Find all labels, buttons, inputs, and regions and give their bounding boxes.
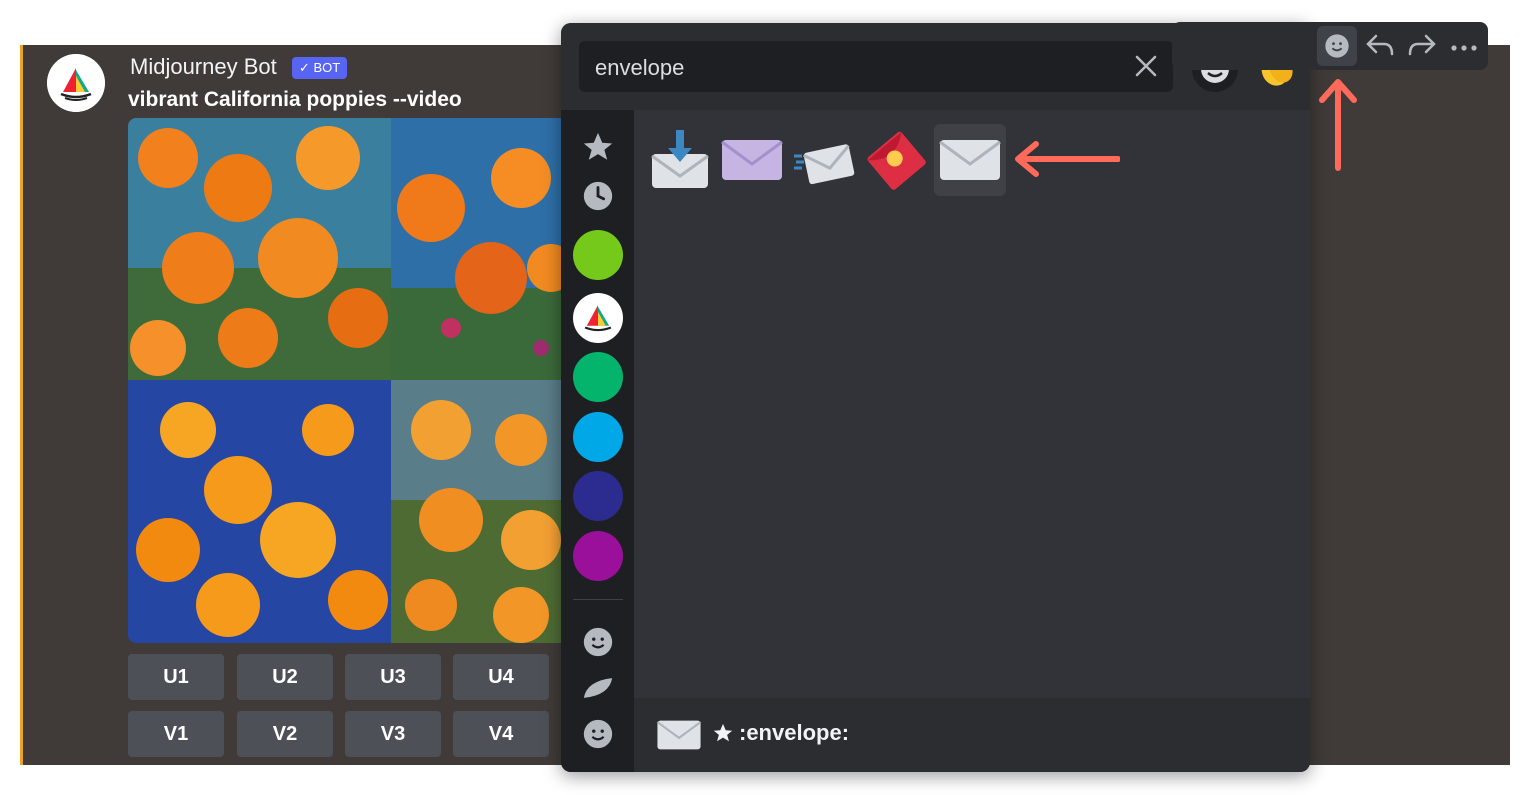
image-3[interactable]	[128, 380, 391, 643]
image-1[interactable]	[128, 118, 391, 380]
v2-button[interactable]: V2	[237, 711, 333, 757]
server-emoji-teal[interactable]	[573, 352, 623, 402]
flying-envelope-icon[interactable]	[792, 128, 856, 192]
emoji-preview-name: :envelope:	[739, 720, 850, 745]
favorites-star-icon[interactable]	[581, 130, 615, 164]
emoji-search-input[interactable]	[593, 41, 1117, 94]
bot-badge-label: BOT	[313, 60, 341, 75]
u3-button[interactable]: U3	[345, 654, 441, 700]
bot-badge: ✓ BOT	[292, 57, 348, 79]
emoji-search-box[interactable]	[579, 41, 1173, 94]
annotation-arrow-left	[1015, 141, 1120, 177]
more-options-icon[interactable]	[1444, 26, 1484, 66]
envelope-preview-icon	[656, 720, 702, 750]
forward-icon[interactable]	[1402, 26, 1442, 66]
emoji-results	[634, 110, 1310, 698]
envelope-purple-icon[interactable]	[720, 128, 784, 192]
emoji-picker: :envelope:	[561, 23, 1310, 772]
envelope-emoji-selected[interactable]	[934, 124, 1006, 196]
envelope-icon	[939, 140, 1001, 180]
emoji-category-sidebar	[561, 110, 634, 772]
message-actions-toolbar	[1172, 22, 1488, 70]
bot-avatar[interactable]	[47, 54, 105, 112]
server-emoji-indigo[interactable]	[573, 471, 623, 521]
sidebar-divider	[573, 599, 623, 600]
server-emoji-blue[interactable]	[573, 412, 623, 462]
emoji-preview-bar: :envelope:	[634, 698, 1310, 772]
add-reaction-icon	[1325, 34, 1349, 58]
red-envelope-icon[interactable]	[864, 128, 928, 192]
sidebar-smiley-icon[interactable]	[581, 717, 615, 751]
server-emoji-purple[interactable]	[573, 531, 623, 581]
image-4[interactable]	[391, 380, 568, 643]
message-prompt: vibrant California poppies --video	[128, 88, 462, 111]
nature-leaf-icon[interactable]	[581, 678, 615, 698]
annotation-arrow-up	[1319, 79, 1357, 171]
reply-icon[interactable]	[1360, 26, 1400, 66]
image-grid[interactable]	[128, 118, 568, 643]
v4-button[interactable]: V4	[453, 711, 549, 757]
author-name[interactable]: Midjourney Bot	[130, 54, 277, 80]
v3-button[interactable]: V3	[345, 711, 441, 757]
recent-clock-icon[interactable]	[581, 179, 615, 213]
favorite-star-icon[interactable]	[712, 722, 734, 744]
incoming-envelope-icon[interactable]	[648, 128, 712, 192]
people-smiley-icon[interactable]	[581, 625, 615, 659]
v1-button[interactable]: V1	[128, 711, 224, 757]
server-emoji-green[interactable]	[573, 230, 623, 280]
clear-search-icon[interactable]	[1133, 53, 1159, 79]
image-2[interactable]	[391, 118, 568, 380]
midjourney-server-icon[interactable]	[573, 293, 623, 343]
u1-button[interactable]: U1	[128, 654, 224, 700]
u2-button[interactable]: U2	[237, 654, 333, 700]
u4-button[interactable]: U4	[453, 654, 549, 700]
add-reaction-button[interactable]	[1317, 26, 1357, 66]
